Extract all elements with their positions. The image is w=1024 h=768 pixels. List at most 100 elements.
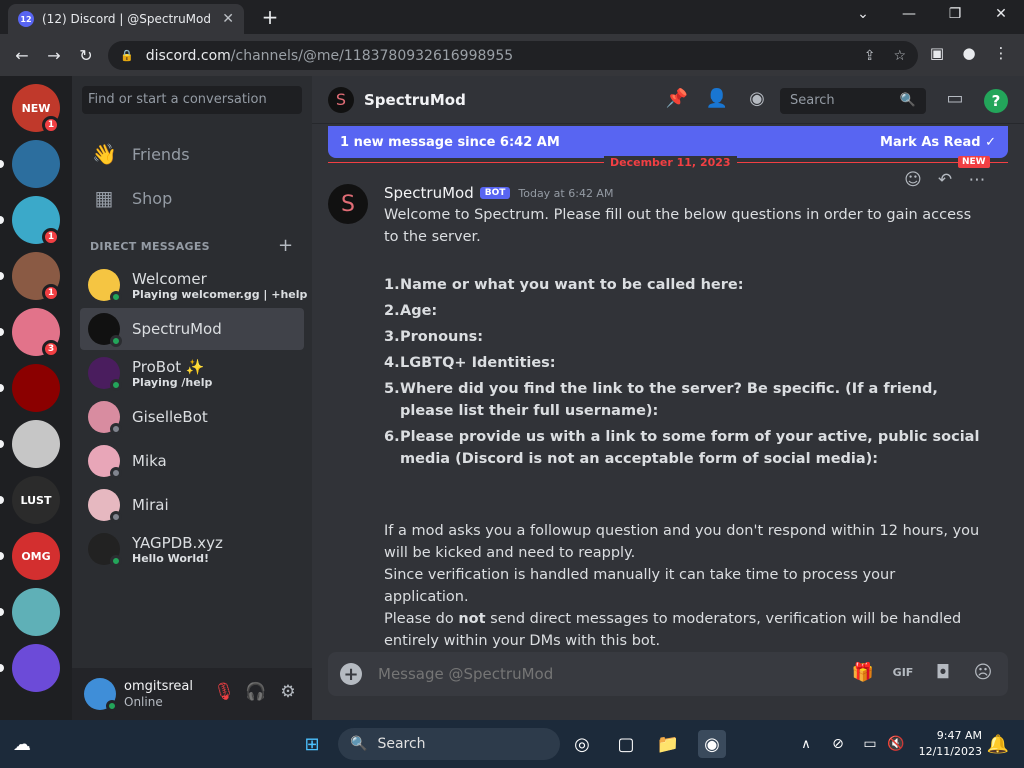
dm-avatar [88, 533, 122, 567]
shop-nav[interactable]: ▦ Shop [80, 177, 304, 219]
message-author-avatar[interactable]: S [328, 184, 368, 224]
unread-pill [0, 440, 4, 448]
mention-badge: 1 [42, 116, 60, 134]
edge-browser-icon[interactable]: ◎ [568, 730, 596, 758]
presence-status-icon [110, 291, 122, 303]
close-window-icon[interactable]: ✕ [986, 6, 1016, 22]
bookmark-star-icon[interactable]: ☆ [893, 48, 906, 64]
taskbar-search-label: Search [377, 736, 426, 752]
unread-pill [0, 496, 4, 504]
add-reaction-icon[interactable]: ☺ [900, 170, 926, 190]
channel-search-input[interactable]: Search 🔍 [780, 88, 926, 114]
username: omgitsreal [124, 679, 193, 694]
outro-line-1: If a mod asks you a followup question an… [384, 523, 980, 561]
weather-icon[interactable]: ☁ [8, 730, 36, 758]
back-icon[interactable]: ← [6, 46, 38, 65]
show-hidden-icons-icon[interactable]: ∧ [792, 730, 820, 758]
unread-pill [0, 216, 4, 224]
outro-line-2: Since verification is handled manually i… [384, 567, 896, 605]
file-explorer-icon[interactable]: 📁 [654, 730, 682, 758]
headphones-icon[interactable]: 🎧 [244, 682, 268, 702]
message-header: SpectruMod BOT Today at 6:42 AM [384, 184, 613, 202]
direct-messages-header: DIRECT MESSAGES [90, 240, 210, 253]
dm-item[interactable]: Welcomer Playing welcomer.gg | +help [80, 264, 307, 306]
upload-plus-icon[interactable]: + [340, 663, 362, 685]
reload-icon[interactable]: ↻ [70, 46, 102, 65]
message-outro: If a mod asks you a followup question an… [384, 520, 984, 652]
pinned-messages-icon[interactable]: 📌 [664, 88, 690, 109]
presence-status-icon [110, 335, 122, 347]
friends-nav[interactable]: 👋 Friends [80, 133, 304, 175]
dm-name: Mirai [132, 496, 169, 514]
sticker-icon[interactable]: ◘ [930, 662, 956, 683]
browser-tab[interactable]: 12 (12) Discord | @SpectruMod ✕ [8, 4, 244, 34]
server-icon[interactable] [12, 588, 60, 636]
user-profile-icon[interactable]: ◉ [744, 88, 770, 109]
date-divider: December 11, 2023 [604, 156, 737, 169]
create-dm-icon[interactable]: + [278, 235, 293, 256]
channel-name: SpectruMod [364, 90, 466, 109]
restore-icon[interactable]: ❐ [940, 6, 970, 22]
dm-avatar [88, 489, 122, 523]
display-icon[interactable]: ▭ [856, 730, 884, 758]
taskbar-search[interactable]: 🔍 Search [338, 728, 560, 760]
forward-icon[interactable]: → [38, 46, 70, 65]
mark-as-read-button[interactable]: Mark As Read ✓ [880, 135, 996, 150]
dm-name: Welcomer [132, 269, 207, 288]
gif-icon[interactable]: GIF [890, 666, 916, 679]
help-icon[interactable]: ? [984, 89, 1008, 113]
message-author[interactable]: SpectruMod [384, 184, 474, 202]
unread-pill [0, 384, 4, 392]
shop-label: Shop [132, 188, 173, 208]
minimize-icon[interactable]: — [894, 6, 924, 22]
server-icon[interactable]: OMG [12, 532, 60, 580]
dm-item[interactable]: YAGPDB.xyz Hello World! [80, 528, 304, 570]
network-icon[interactable]: ⊘ [824, 730, 852, 758]
dm-item[interactable]: Mirai [80, 484, 304, 526]
server-icon[interactable] [12, 140, 60, 188]
dm-item[interactable]: GiselleBot [80, 396, 304, 438]
close-tab-icon[interactable]: ✕ [222, 11, 234, 27]
find-conversation-input[interactable]: Find or start a conversation [82, 86, 302, 114]
tab-search-icon[interactable]: ⌄ [848, 6, 878, 22]
new-tag: NEW [958, 156, 990, 168]
browser-menu-icon[interactable]: ⋮ [990, 44, 1012, 62]
side-panel-icon[interactable]: ▣ [926, 44, 948, 62]
dm-item[interactable]: SpectruMod [80, 308, 304, 350]
question-item: 6. Please provide us with a link to some … [384, 429, 980, 467]
emoji-icon[interactable]: ☹ [970, 662, 996, 683]
inbox-icon[interactable]: ▭ [942, 88, 968, 109]
profile-icon[interactable]: ● [958, 44, 980, 62]
user-avatar[interactable] [84, 678, 118, 712]
server-icon[interactable] [12, 420, 60, 468]
spectrumod-header-avatar: S [328, 86, 354, 113]
user-settings-gear-icon[interactable]: ⚙ [276, 682, 300, 702]
discord-favicon-icon: 12 [18, 11, 34, 27]
volume-icon[interactable]: 🔇 [882, 730, 910, 758]
server-icon[interactable] [12, 644, 60, 692]
system-clock[interactable]: 9:47 AM 12/11/2023 [912, 728, 982, 760]
dm-item[interactable]: Mika [80, 440, 304, 482]
new-tab-icon[interactable]: + [258, 5, 282, 29]
gift-icon[interactable]: 🎁 [850, 662, 876, 683]
notification-bell-icon[interactable]: 🔔 [984, 730, 1012, 758]
taskbar-search-icon: 🔍 [350, 736, 368, 752]
server-icon[interactable]: LUST [12, 476, 60, 524]
windows-start-icon[interactable]: ⊞ [298, 730, 326, 758]
share-icon[interactable]: ⇪ [864, 48, 876, 64]
reply-icon[interactable]: ↶ [932, 170, 958, 190]
presence-status-icon [110, 467, 122, 479]
server-icon[interactable] [12, 364, 60, 412]
question-item: 5. Where did you find the link to the ser… [384, 381, 938, 419]
add-friends-to-dm-icon[interactable]: 👤 [704, 88, 730, 109]
chrome-icon[interactable]: ◉ [698, 730, 726, 758]
dm-name: ProBot ✨ [132, 357, 205, 376]
mute-mic-icon[interactable]: 🎙 [212, 682, 236, 702]
dm-item[interactable]: ProBot ✨ Playing /help [80, 352, 304, 394]
more-options-icon[interactable]: ⋯ [964, 170, 990, 190]
dm-name: Mika [132, 452, 167, 470]
message-timestamp: Today at 6:42 AM [518, 186, 614, 200]
address-bar[interactable]: 🔒 discord.com/channels/@me/1183780932616… [108, 41, 918, 70]
task-view-icon[interactable]: ▢ [612, 730, 640, 758]
new-messages-bar[interactable]: 1 new message since 6:42 AM Mark As Read… [328, 126, 1008, 158]
